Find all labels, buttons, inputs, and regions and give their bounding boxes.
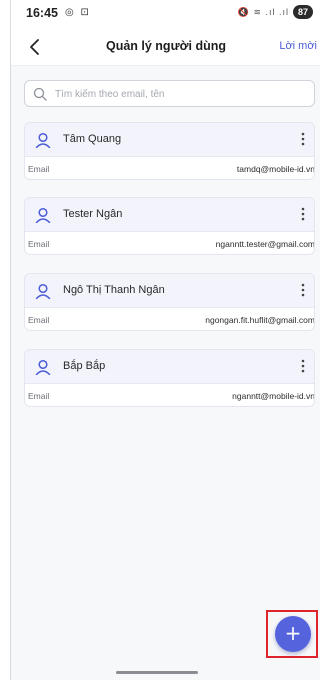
status-signal-icons: 🔇 ≋ .ıl .ıl	[237, 7, 289, 17]
user-name: Bắp Bắp	[63, 360, 106, 372]
user-email-row: Email nganntt.tester@gmail.com	[25, 231, 315, 254]
phone-frame: 16:45 ◎ ⊡ 🔇 ≋ .ıl .ıl 87 Quản lý người d…	[0, 0, 320, 680]
plus-icon: +	[284, 621, 302, 645]
invitations-link[interactable]: Lời mời	[279, 40, 317, 52]
status-time: 16:45	[26, 6, 58, 20]
status-bar: 16:45 ◎ ⊡ 🔇 ≋ .ıl .ıl 87	[11, 0, 320, 28]
email-value: nganntt@mobile-id.vn	[232, 391, 315, 401]
email-value: tamdq@mobile-id.vn	[236, 164, 315, 174]
more-options-icon[interactable]	[296, 129, 310, 149]
more-options-icon[interactable]	[296, 204, 310, 224]
email-label: Email	[28, 315, 50, 325]
user-name: Tester Ngân	[63, 208, 123, 220]
user-icon	[35, 207, 51, 223]
search-box[interactable]	[24, 80, 315, 107]
email-value: nganntt.tester@gmail.com	[215, 239, 315, 249]
email-label: Email	[28, 391, 50, 401]
user-email-row: Email nganntt@mobile-id.vn	[25, 383, 315, 406]
status-left-icons: ◎ ⊡	[65, 7, 91, 18]
user-name: Tâm Quang	[63, 133, 122, 145]
user-card[interactable]: Ngô Thị Thanh Ngân Email ngongan.fit.huf…	[24, 273, 315, 331]
battery-icon: 87	[293, 5, 313, 19]
more-options-icon[interactable]	[296, 280, 310, 300]
user-card-header: Bắp Bắp	[25, 350, 314, 383]
search-input[interactable]	[55, 85, 305, 103]
app-screen: 16:45 ◎ ⊡ 🔇 ≋ .ıl .ıl 87 Quản lý người d…	[10, 0, 320, 680]
user-card-header: Tâm Quang	[25, 123, 314, 156]
search-icon	[33, 87, 47, 101]
user-email-row: Email tamdq@mobile-id.vn	[25, 156, 315, 179]
highlight-box: +	[266, 610, 318, 658]
email-label: Email	[28, 239, 50, 249]
user-card[interactable]: Tâm Quang Email tamdq@mobile-id.vn	[24, 122, 315, 180]
user-icon	[35, 359, 51, 375]
email-label: Email	[28, 164, 50, 174]
user-icon	[35, 283, 51, 299]
email-value: ngongan.fit.huflit@gmail.com	[205, 315, 315, 325]
home-indicator	[116, 671, 198, 674]
add-user-button[interactable]: +	[275, 616, 311, 652]
user-card[interactable]: Bắp Bắp Email nganntt@mobile-id.vn	[24, 349, 315, 407]
more-options-icon[interactable]	[296, 356, 310, 376]
user-card[interactable]: Tester Ngân Email nganntt.tester@gmail.c…	[24, 197, 315, 255]
user-icon	[35, 132, 51, 148]
app-header: Quản lý người dùng Lời mời	[11, 28, 320, 66]
user-card-header: Ngô Thị Thanh Ngân	[25, 274, 314, 307]
page-title: Quản lý người dùng	[105, 39, 226, 53]
user-name: Ngô Thị Thanh Ngân	[63, 284, 165, 296]
user-card-header: Tester Ngân	[25, 198, 314, 231]
user-email-row: Email ngongan.fit.huflit@gmail.com	[25, 307, 315, 330]
